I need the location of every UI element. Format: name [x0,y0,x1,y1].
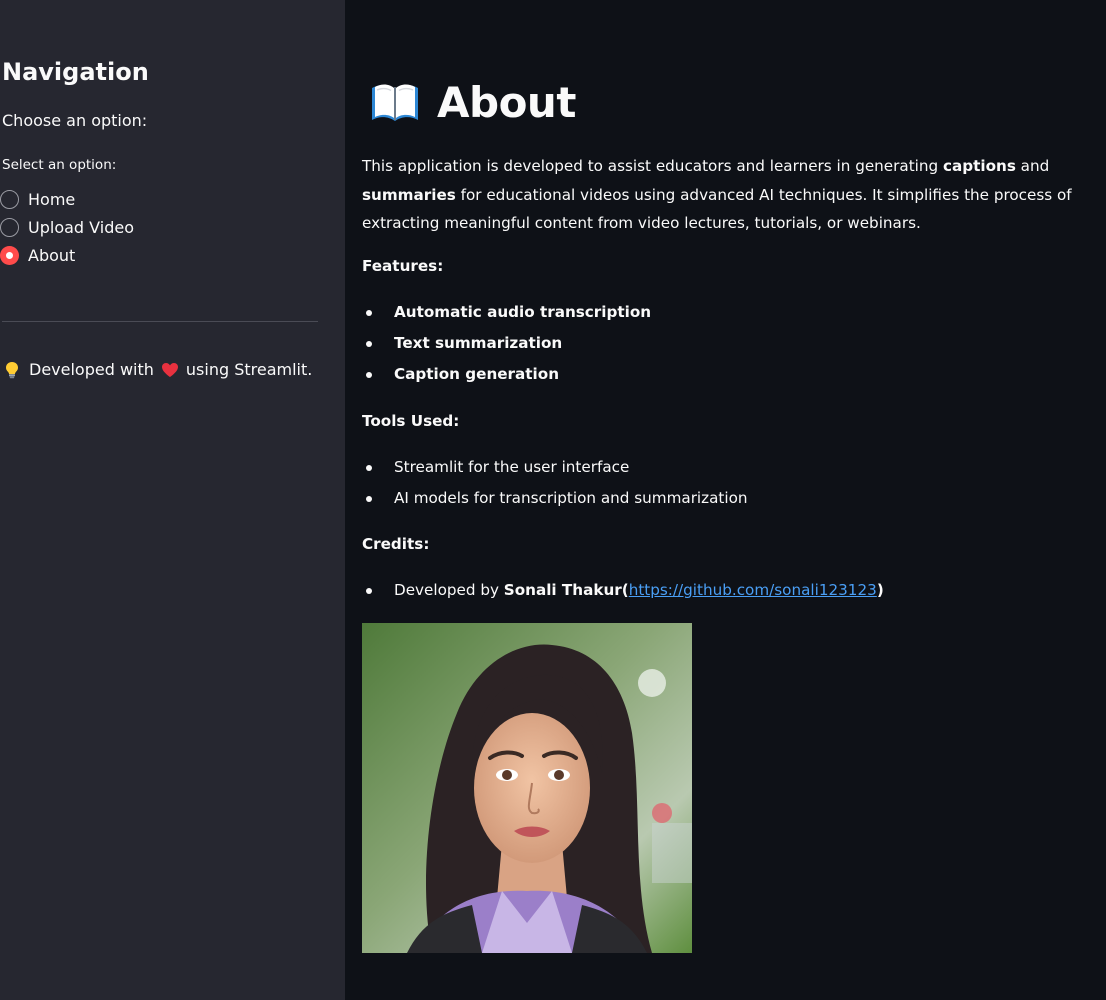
credits-heading: Credits: [362,535,430,553]
credits-list: Developed by Sonali Thakur(https://githu… [362,575,884,606]
developer-note-suffix: using Streamlit. [185,360,313,379]
radio-button[interactable] [0,189,19,209]
list-item: AI models for transcription and summariz… [362,483,748,514]
features-heading: Features: [362,257,444,275]
developer-note: Developed with using Streamlit. [4,360,312,379]
page-title-text: About [437,78,576,127]
github-link[interactable]: https://github.com/sonali123123 [629,581,877,599]
intro-text: This application is developed to assist … [362,157,943,175]
lightbulb-icon [6,361,18,378]
intro-text: and [1015,157,1050,175]
heart-icon [161,362,178,377]
sidebar: Navigation Choose an option: Select an o… [0,0,345,1000]
developer-note-prefix: Developed with [29,360,154,379]
radio-button[interactable] [0,217,19,237]
app: Navigation Choose an option: Select an o… [0,0,1106,1000]
tools-heading: Tools Used: [362,412,460,430]
list-item: Developed by Sonali Thakur(https://githu… [362,575,884,606]
credit-prefix: Developed by [394,581,504,599]
radio-option-home[interactable]: Home [0,187,75,211]
list-item: Caption generation [362,359,651,390]
tools-list: Streamlit for the user interface AI mode… [362,452,748,514]
page-title: About [369,78,576,127]
radio-option-label: Upload Video [28,217,134,237]
radio-option-about[interactable]: About [0,243,75,267]
sidebar-subtitle: Choose an option: [2,111,148,130]
developer-portrait-image [362,623,692,953]
intro-bold-captions: captions [942,157,1016,175]
list-item: Streamlit for the user interface [362,452,748,483]
intro-paragraph: This application is developed to assist … [362,152,1106,238]
sidebar-title: Navigation [2,58,149,86]
list-item: Text summarization [362,328,651,359]
features-list: Automatic audio transcription Text summa… [362,297,651,390]
credit-paren: ) [876,581,884,599]
radio-button-selected[interactable] [0,245,19,265]
radio-option-label: Home [28,189,76,209]
credit-paren: ( [621,581,629,599]
list-item: Automatic audio transcription [362,297,651,328]
intro-text: for educational videos using advanced AI… [362,185,1072,233]
credit-name: Sonali Thakur [503,581,622,599]
radio-option-upload-video[interactable]: Upload Video [0,215,134,239]
main-content: About This application is developed to a… [345,0,1106,1000]
radio-option-label: About [28,245,76,265]
portrait-illustration [362,623,692,953]
radio-group-label: Select an option: [2,157,117,173]
intro-bold-summaries: summaries [362,185,456,204]
sidebar-divider [2,321,318,322]
book-icon [372,83,418,121]
